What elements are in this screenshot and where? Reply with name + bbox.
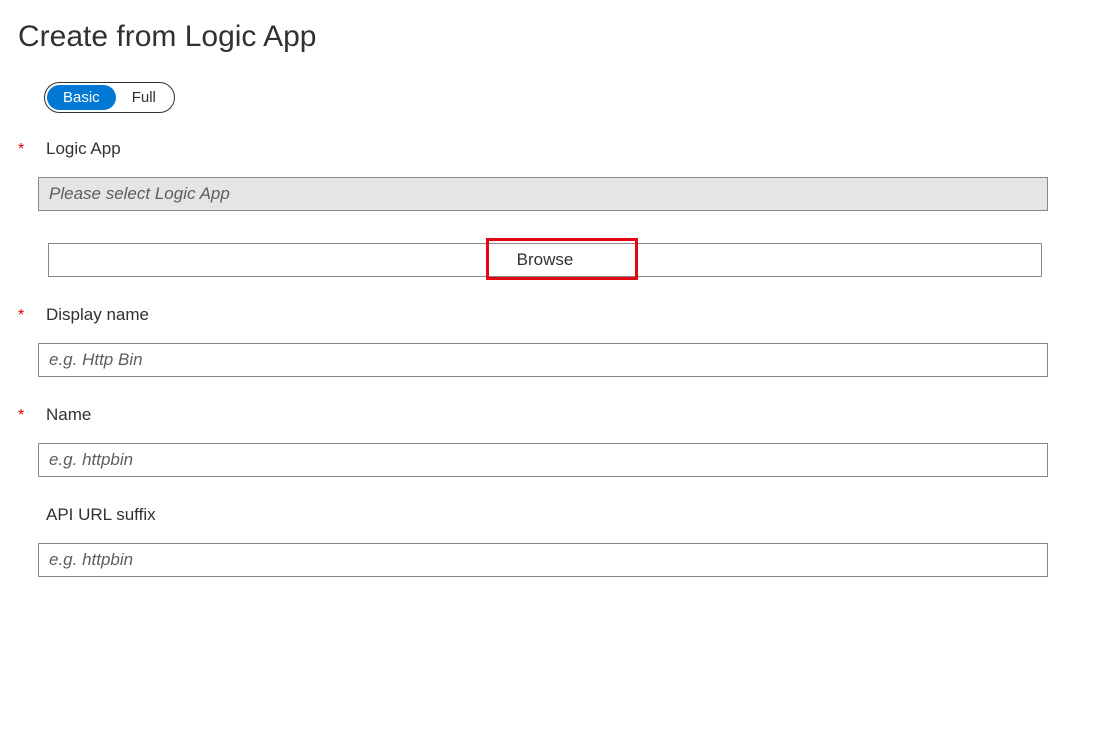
api-url-suffix-input[interactable] <box>38 543 1048 577</box>
api-url-suffix-label: API URL suffix <box>46 505 156 525</box>
name-label: Name <box>46 405 91 425</box>
browse-button[interactable]: Browse <box>48 243 1042 277</box>
required-marker: * <box>18 305 46 325</box>
spacer <box>18 505 46 507</box>
toggle-basic-button[interactable]: Basic <box>47 85 116 110</box>
browse-button-label: Browse <box>517 250 574 269</box>
logic-app-label: Logic App <box>46 139 121 159</box>
required-marker: * <box>18 405 46 425</box>
display-name-input[interactable] <box>38 343 1048 377</box>
name-input[interactable] <box>38 443 1048 477</box>
toggle-full-button[interactable]: Full <box>116 85 172 110</box>
required-marker: * <box>18 139 46 159</box>
view-toggle-group: Basic Full <box>44 82 175 113</box>
page-title: Create from Logic App <box>18 20 1096 54</box>
display-name-label: Display name <box>46 305 149 325</box>
logic-app-display: Please select Logic App <box>38 177 1048 211</box>
